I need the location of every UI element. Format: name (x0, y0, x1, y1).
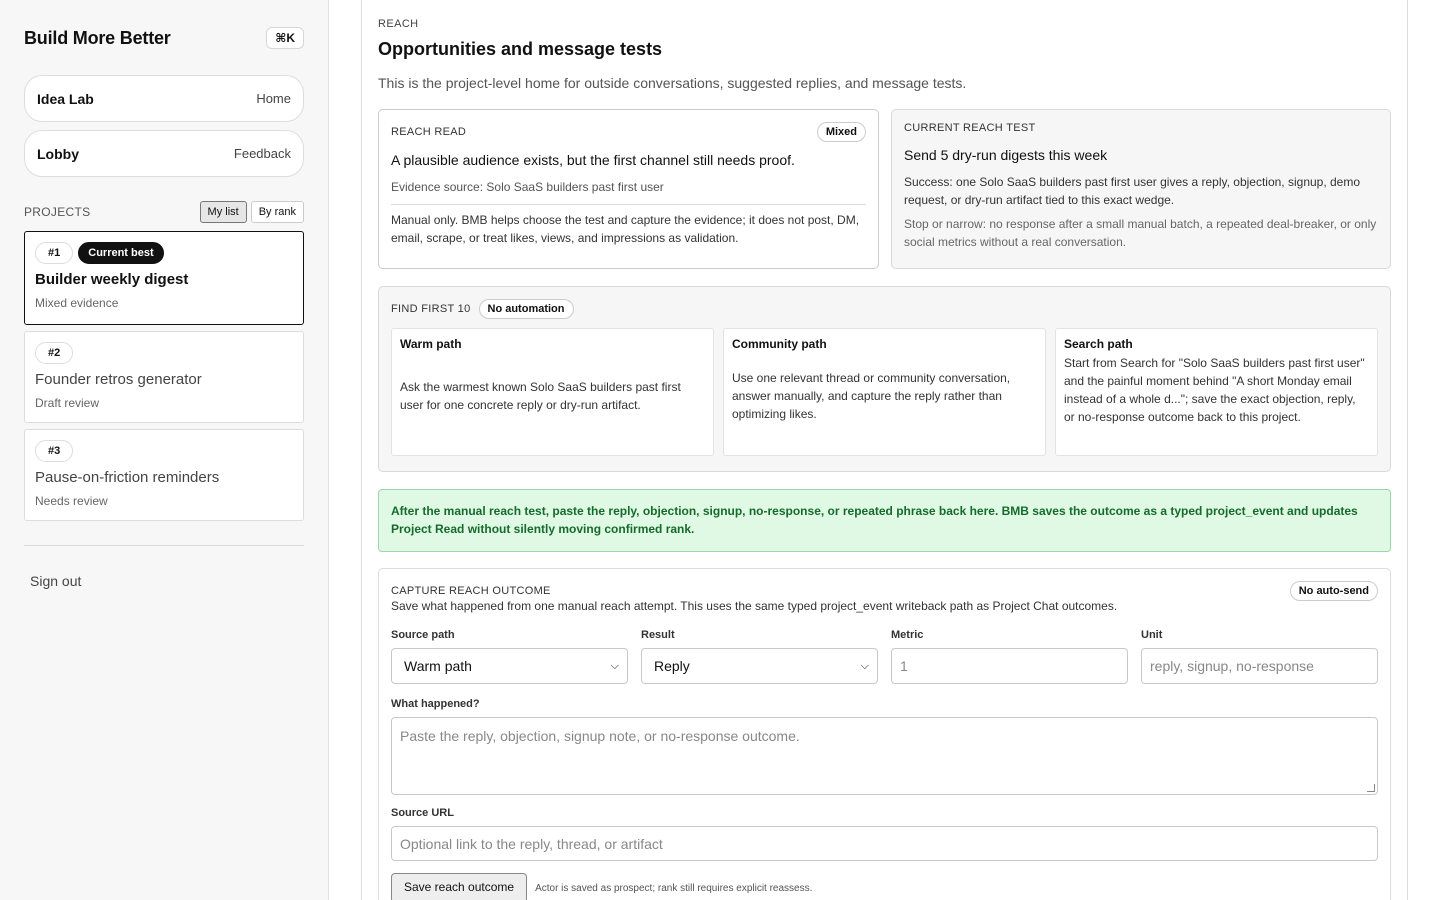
chevron-down-icon: ⌵ (860, 659, 869, 672)
reach-read-header: REACH READ Mixed (391, 122, 866, 142)
find-first-10-label: FIND FIRST 10 (391, 303, 471, 315)
resize-handle-icon[interactable] (1367, 784, 1375, 792)
manual-only-note: Manual only. BMB helps choose the test a… (391, 213, 860, 245)
sort-my-list-button[interactable]: My list (199, 201, 247, 223)
source-path-select[interactable]: Warm path ⌵ (391, 648, 628, 684)
capture-reach-outcome-form: CAPTURE REACH OUTCOME No auto-send Save … (378, 568, 1391, 900)
unit-field: Unit reply, signup, no-response (1141, 629, 1378, 684)
current-test-label: CURRENT REACH TEST (904, 122, 1036, 134)
result-label: Result (641, 629, 675, 641)
what-happened-textarea[interactable]: Paste the reply, objection, signup note,… (391, 717, 1378, 795)
project-badges: #1 Current best (35, 242, 293, 264)
success-criteria: Success: one Solo SaaS builders past fir… (904, 175, 1361, 207)
warm-path-card: Warm path Ask the warmest known Solo Saa… (391, 328, 714, 456)
no-auto-send-badge: No auto-send (1289, 581, 1378, 601)
reach-read-label: REACH READ (391, 126, 467, 138)
evidence-source: Evidence source: Solo SaaS builders past… (391, 180, 866, 205)
nav-idea-lab-hint: Home (256, 91, 291, 106)
reach-read-card: REACH READ Mixed A plausible audience ex… (378, 109, 879, 269)
reach-panel: REACH Opportunities and message tests Th… (361, 0, 1408, 900)
reach-summary-row: REACH READ Mixed A plausible audience ex… (378, 109, 1391, 269)
metric-field: Metric 1 (891, 629, 1128, 684)
save-row: Save reach outcome Actor is saved as pro… (391, 873, 1378, 900)
project-status: Draft review (35, 396, 100, 410)
reach-read-headline: A plausible audience exists, but the fir… (391, 152, 795, 168)
nav-lobby-title: Lobby (37, 145, 79, 162)
unit-input[interactable]: reply, signup, no-response (1141, 648, 1378, 684)
unit-label: Unit (1141, 629, 1163, 641)
chevron-down-icon: ⌵ (610, 659, 619, 672)
app-title: Build More Better (24, 27, 171, 48)
project-title: Pause-on-friction reminders (35, 469, 220, 486)
rank-badge: #3 (35, 440, 74, 462)
find-first-10-header: FIND FIRST 10 No automation (391, 299, 1378, 319)
sort-toggle: My list By rank (199, 201, 304, 223)
path-body: Start from Search for "Solo SaaS builder… (1064, 356, 1365, 424)
current-best-badge: Current best (78, 242, 164, 264)
result-field: Result Reply ⌵ (641, 629, 878, 684)
current-test-title: Send 5 dry-run digests this week (904, 147, 1108, 163)
page-description: This is the project-level home for outsi… (378, 75, 967, 91)
project-title: Founder retros generator (35, 371, 202, 388)
source-path-label: Source path (391, 629, 455, 641)
source-url-input[interactable]: Optional link to the reply, thread, or a… (391, 826, 1378, 861)
outcome-fields-row: Source path Warm path ⌵ Result Reply ⌵ M… (391, 629, 1378, 684)
nav-idea-lab-title: Idea Lab (37, 90, 94, 107)
capture-description: Save what happened from one manual reach… (391, 599, 1118, 613)
path-body: Ask the warmest known Solo SaaS builders… (400, 380, 681, 412)
project-card-1[interactable]: #1 Current best Builder weekly digest Mi… (24, 231, 304, 325)
project-status: Mixed evidence (35, 296, 119, 310)
save-reach-outcome-button[interactable]: Save reach outcome (391, 873, 528, 900)
capture-label: CAPTURE REACH OUTCOME (391, 585, 551, 597)
no-automation-badge: No automation (478, 299, 574, 319)
projects-header: PROJECTS My list By rank (24, 201, 304, 223)
what-happened-placeholder: Paste the reply, objection, signup note,… (400, 728, 800, 744)
capture-header: CAPTURE REACH OUTCOME No auto-send (391, 581, 1378, 601)
nav-lobby[interactable]: Lobby Feedback (24, 130, 304, 177)
page-title: Opportunities and message tests (378, 39, 663, 59)
rank-badge: #1 (35, 242, 74, 264)
current-reach-test-card: CURRENT REACH TEST Send 5 dry-run digest… (891, 109, 1391, 269)
what-happened-label: What happened? (391, 698, 480, 710)
project-badges: #2 (35, 342, 293, 364)
sort-by-rank-button[interactable]: By rank (250, 201, 304, 223)
source-path-value: Warm path (404, 658, 472, 674)
writeback-notice: After the manual reach test, paste the r… (378, 489, 1391, 552)
find-first-10-section: FIND FIRST 10 No automation Warm path As… (378, 286, 1391, 472)
source-path-field: Source path Warm path ⌵ (391, 629, 628, 684)
save-note: Actor is saved as prospect; rank still r… (535, 882, 813, 894)
nav-idea-lab[interactable]: Idea Lab Home (24, 75, 304, 122)
project-card-2[interactable]: #2 Founder retros generator Draft review (24, 331, 304, 423)
search-path-card: Search path Start from Search for "Solo … (1055, 328, 1378, 456)
rank-badge: #2 (35, 342, 74, 364)
stop-criteria: Stop or narrow: no response after a smal… (904, 217, 1377, 249)
section-eyebrow: REACH (378, 18, 419, 30)
path-title: Warm path (400, 337, 462, 351)
sidebar: Build More Better ⌘K Idea Lab Home Lobby… (0, 0, 329, 900)
metric-input[interactable]: 1 (891, 648, 1128, 684)
project-card-3[interactable]: #3 Pause-on-friction reminders Needs rev… (24, 429, 304, 521)
source-url-label: Source URL (391, 807, 454, 819)
command-palette-button[interactable]: ⌘K (266, 27, 304, 49)
projects-label: PROJECTS (24, 205, 91, 219)
result-select[interactable]: Reply ⌵ (641, 648, 878, 684)
sidebar-divider (24, 545, 304, 546)
project-title: Builder weekly digest (35, 271, 189, 288)
project-badges: #3 (35, 440, 293, 462)
result-value: Reply (654, 658, 690, 674)
sign-out-link[interactable]: Sign out (30, 573, 304, 589)
project-status: Needs review (35, 494, 108, 508)
metric-label: Metric (891, 629, 924, 641)
path-cards: Warm path Ask the warmest known Solo Saa… (391, 328, 1378, 456)
community-path-card: Community path Use one relevant thread o… (723, 328, 1046, 456)
brand-row: Build More Better ⌘K (24, 24, 304, 52)
path-body: Use one relevant thread or community con… (732, 371, 1011, 421)
nav-lobby-hint: Feedback (233, 146, 291, 161)
path-title: Community path (732, 337, 827, 351)
path-title: Search path (1064, 337, 1133, 351)
mixed-badge: Mixed (816, 122, 866, 142)
